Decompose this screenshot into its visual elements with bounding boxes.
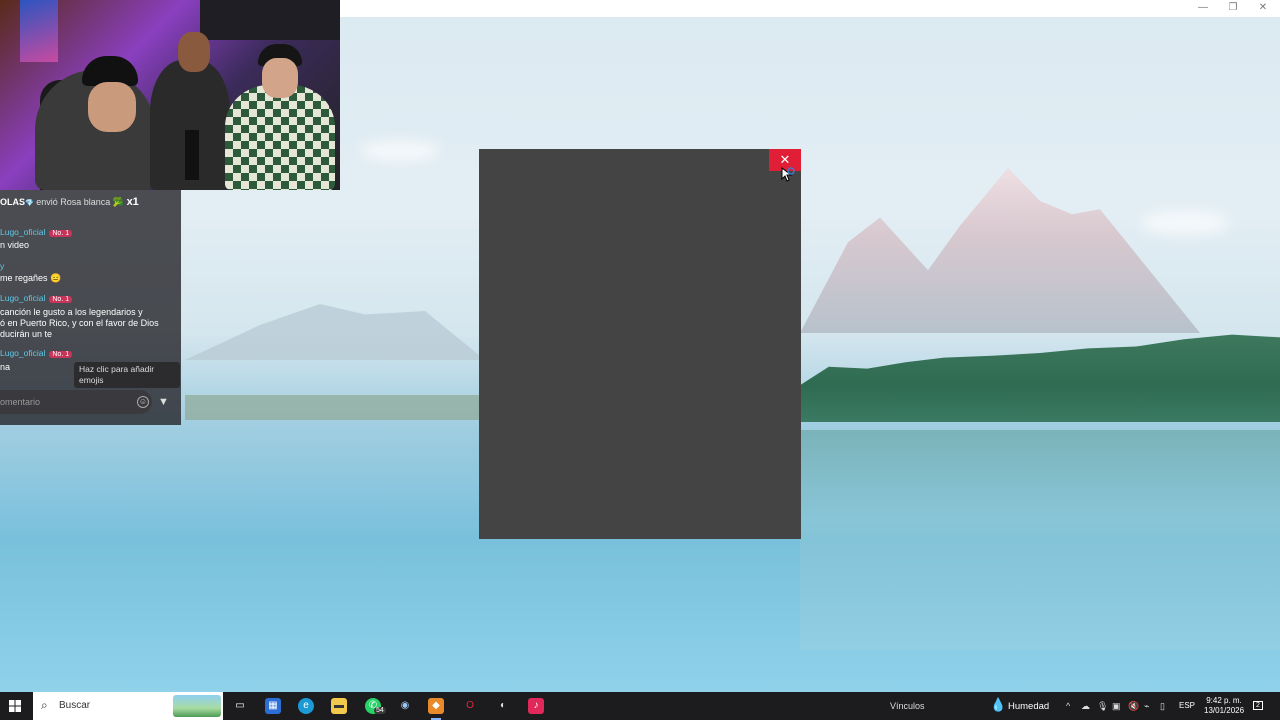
blank-dialog-window: ✕	[479, 149, 801, 539]
gift-text: envió Rosa blanca	[36, 197, 111, 207]
gem-icon: 💎	[25, 200, 34, 207]
gift-count: x1	[126, 196, 139, 208]
microsoft-store-icon[interactable]: ▦	[265, 698, 281, 714]
cloud	[360, 140, 440, 162]
wall-poster	[20, 0, 58, 62]
gift-sender: OLAS	[0, 197, 26, 207]
steam-icon[interactable]: ◉	[397, 698, 413, 714]
streamer-1-face	[88, 82, 136, 132]
pine-forest	[800, 334, 1280, 422]
chat-username[interactable]: Lugo_oficial	[0, 227, 45, 237]
rank-badge: No. 1	[49, 296, 73, 303]
minimize-button[interactable]: —	[1188, 1, 1218, 15]
search-icon: ⌕	[41, 698, 48, 712]
live-chat-panel: OLAS💎 envió Rosa blanca 🥦 x1 Lugo_oficia…	[0, 190, 181, 425]
chat-username[interactable]: Lugo_oficial	[0, 348, 45, 358]
window-close-button[interactable]: ✕	[1248, 1, 1278, 15]
clock-date: 13/01/2026	[1204, 706, 1245, 715]
far-mountain	[185, 304, 485, 360]
chat-username-row: y	[0, 261, 4, 271]
emoji-tooltip: Haz clic para añadir emojis	[74, 362, 180, 388]
battery-icon[interactable]: ▯	[1160, 701, 1165, 712]
opera-icon[interactable]: O	[462, 698, 478, 714]
clock-time: 9:42 p. m.	[1206, 696, 1242, 705]
gift-icon: 🥦	[112, 197, 125, 207]
speaker-muted-icon[interactable]: 🔇	[1128, 701, 1139, 712]
search-label: Buscar	[59, 700, 91, 711]
cloud	[1140, 210, 1230, 236]
rank-badge: No. 1	[49, 351, 73, 358]
gift-notification: OLAS💎 envió Rosa blanca 🥦 x1	[0, 196, 181, 210]
file-explorer-icon[interactable]: ▬	[331, 698, 347, 714]
far-treeline	[185, 395, 480, 420]
chat-message: me regañes 😑	[0, 273, 62, 283]
chat-message: n video	[0, 240, 30, 250]
rank-badge: No. 1	[49, 230, 73, 237]
tiktok-icon[interactable]: ♪	[528, 698, 544, 714]
humidity-icon[interactable]: 💧	[990, 697, 1006, 713]
chevron-up-icon[interactable]: ^	[1066, 701, 1070, 711]
search-highlight-image	[173, 695, 221, 717]
emoji-button[interactable]: ☺	[137, 396, 149, 408]
comment-input[interactable]: omentario	[0, 390, 152, 414]
edge-browser-icon[interactable]: e	[298, 698, 314, 714]
weather-widget[interactable]: Humedad	[1008, 701, 1049, 712]
whatsapp-badge: 54	[374, 707, 386, 714]
chat-message: ó en Puerto Rico, y con el favor de Dios	[0, 318, 159, 328]
microphone-icon[interactable]: 🎙	[1097, 701, 1108, 712]
screen-share-icon[interactable]: ▣	[1112, 701, 1121, 712]
task-view-icon[interactable]: ▭	[232, 698, 248, 714]
wifi-off-icon[interactable]: ⌁	[1144, 701, 1149, 712]
shelf	[200, 0, 340, 40]
chat-username[interactable]: y	[0, 261, 4, 271]
microphone	[185, 130, 199, 180]
webcam-overlay	[0, 0, 340, 190]
notification-center-icon[interactable]: 2	[1253, 699, 1267, 711]
links-toolbar[interactable]: Vínculos	[890, 701, 925, 711]
taskbar-search-box[interactable]: ⌕ Buscar	[33, 692, 223, 720]
cloud-sync-icon[interactable]: ☁	[1081, 701, 1090, 712]
chat-message: na	[0, 362, 11, 372]
obs-icon[interactable]: ◐	[495, 698, 511, 714]
mouse-cursor-icon	[781, 167, 795, 182]
streamer-2-face	[178, 32, 210, 72]
streaming-app-icon[interactable]: ◆	[428, 698, 444, 714]
chat-username-row: Lugo_oficial No. 1	[0, 293, 73, 303]
chat-username-row: Lugo_oficial No. 1	[0, 227, 73, 237]
chat-message: canción le gusto a los legendarios y	[0, 307, 143, 317]
clock[interactable]: 9:42 p. m. 13/01/2026	[1204, 696, 1244, 716]
language-indicator[interactable]: ESP	[1179, 701, 1195, 710]
notification-count: 2	[1253, 701, 1263, 710]
windows-start-icon[interactable]	[9, 700, 21, 712]
lake-reflection	[800, 430, 1280, 650]
chat-message: ducirán un te	[0, 329, 53, 339]
chat-username[interactable]: Lugo_oficial	[0, 293, 45, 303]
streamer-3-face	[262, 58, 298, 98]
taskbar: ⌕ Buscar ▭ ▦ e ▬ ✆ 54 ◉ ◆ O ◐ ♪ Vínculos…	[0, 692, 1280, 720]
streamer-3	[225, 85, 335, 190]
chat-username-row: Lugo_oficial No. 1	[0, 348, 73, 358]
restore-button[interactable]: ❐	[1218, 1, 1248, 15]
snowy-mountain	[800, 168, 1200, 333]
filter-icon[interactable]: ▼	[158, 396, 170, 408]
